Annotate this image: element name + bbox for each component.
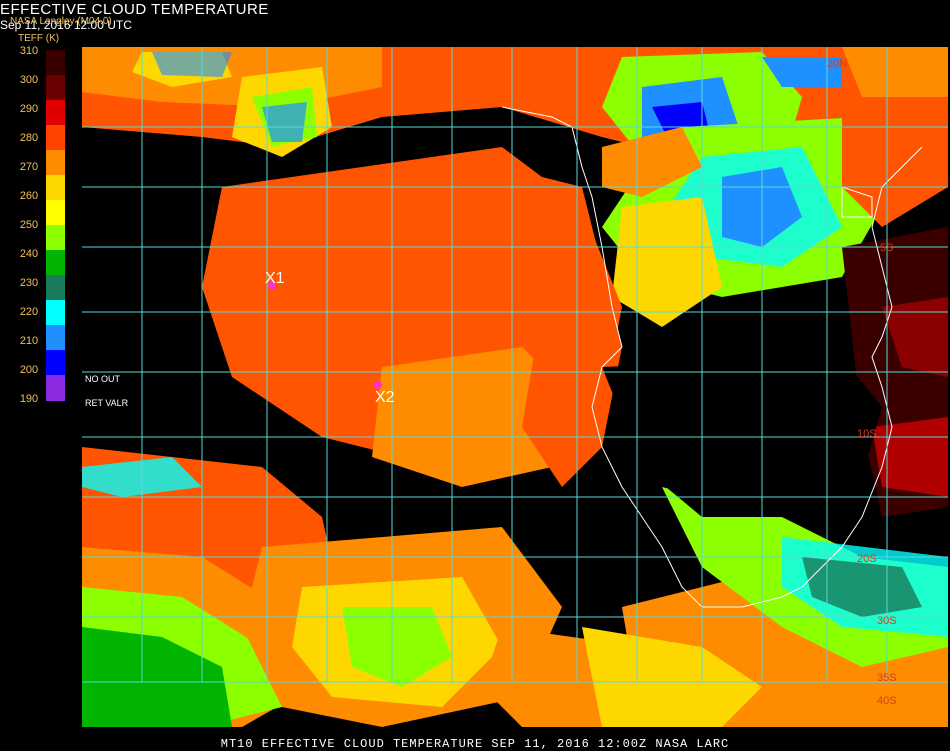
legend-tick-label: 270 (19, 161, 39, 173)
legend-swatch (46, 375, 65, 401)
legend-swatch (46, 75, 65, 101)
latitude-label: 10S (857, 428, 877, 440)
legend-swatch (46, 125, 65, 151)
legend-swatch (46, 325, 65, 351)
marker-x2-label: X2 (375, 389, 395, 406)
legend-tick-label: 230 (19, 277, 39, 289)
cloud-fields (82, 47, 948, 727)
legend-swatch (46, 225, 65, 251)
legend-tick-label: 300 (19, 74, 39, 86)
latitude-label: 20N (827, 58, 847, 70)
legend-tick-label: 240 (19, 248, 39, 260)
legend-tick-label: 260 (19, 190, 39, 202)
legend-tick-label: 310 (19, 45, 39, 57)
legend-swatch (46, 350, 65, 376)
latitude-label: 40S (877, 695, 897, 707)
latitude-label: 5S (880, 242, 893, 254)
legend-swatch (46, 275, 65, 301)
marker-x1-label: X1 (265, 270, 285, 287)
legend-swatch (46, 300, 65, 326)
ret-valr-note: RET VALR (85, 398, 129, 408)
satellite-map: 20N 5S 10S 20S 30S 35S 40S X1 X2 NO OUT RET VA… (82, 47, 948, 727)
legend-tick-label: 280 (19, 132, 39, 144)
legend-tick-label: 250 (19, 219, 39, 231)
legend-swatch (46, 50, 65, 76)
legend-tick-label: 210 (19, 335, 39, 347)
cloud-temperature-image: 20N 5S 10S 20S 30S 35S 40S X1 X2 (82, 47, 948, 727)
latitude-label: 20S (857, 553, 877, 565)
page-title: EFFECTIVE CLOUD TEMPERATURE (0, 1, 269, 18)
legend-swatch (46, 100, 65, 126)
legend-tick-label: 190 (19, 393, 39, 405)
no-out-note: NO OUT (85, 374, 120, 384)
legend-swatch (46, 200, 65, 226)
timestamp: Sep 11, 2016 12:00 UTC (0, 18, 132, 32)
legend-swatch (46, 250, 65, 276)
color-legend (46, 50, 65, 401)
legend-tick-label: 220 (19, 306, 39, 318)
latitude-label: 30S (877, 615, 897, 627)
latitude-label: 35S (877, 672, 897, 684)
legend-swatch (46, 150, 65, 176)
legend-swatch (46, 175, 65, 201)
legend-tick-label: 200 (19, 364, 39, 376)
agency-label: NASA Langley (M04.0) (10, 16, 112, 27)
legend-tick-label: 290 (19, 103, 39, 115)
footer-caption: MT10 EFFECTIVE CLOUD TEMPERATURE SEP 11,… (220, 737, 730, 751)
units-label: TEFF (K) (18, 33, 60, 44)
